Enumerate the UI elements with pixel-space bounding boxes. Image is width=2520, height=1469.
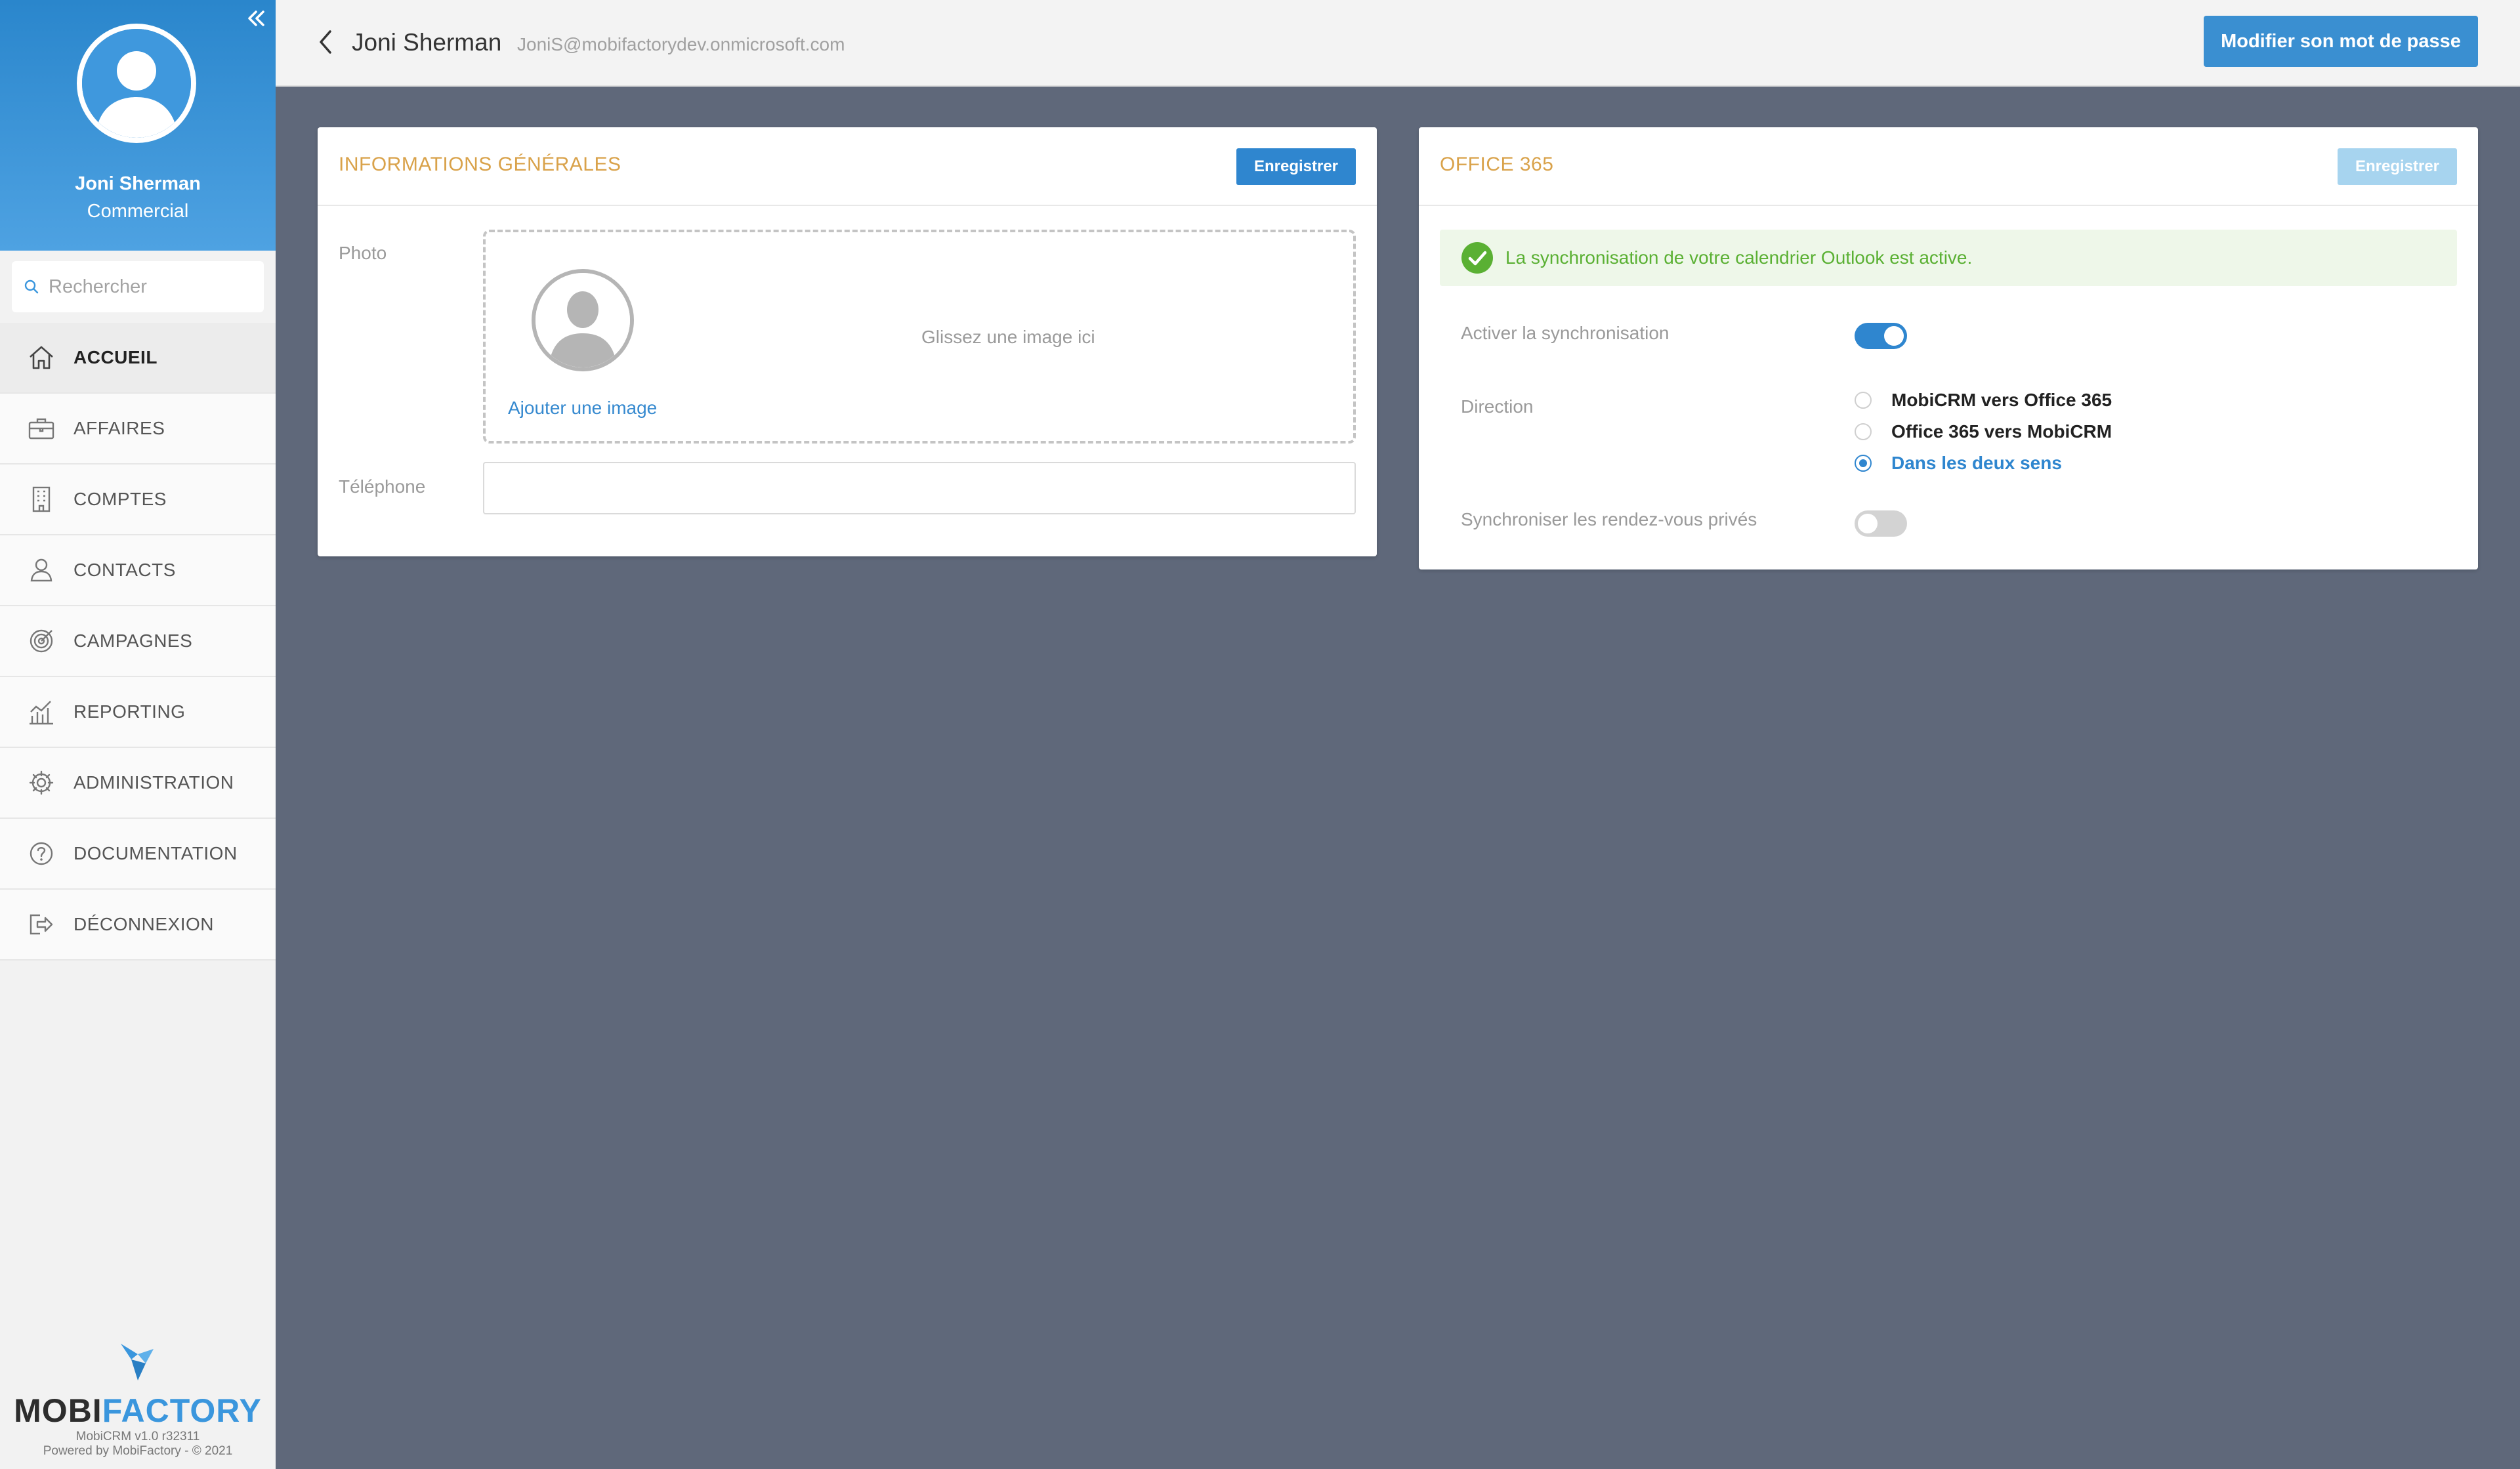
search-input[interactable]: [49, 276, 245, 298]
radio-button: [1855, 392, 1872, 409]
office365-card: OFFICE 365 Enregistrer La synchronisatio…: [1419, 127, 2478, 569]
search-icon: [24, 279, 39, 294]
user-email: JoniS@mobifactorydev.onmicrosoft.com: [517, 34, 845, 54]
card-header: INFORMATIONS GÉNÉRALES Enregistrer: [318, 127, 1377, 206]
change-password-button[interactable]: Modifier son mot de passe: [2204, 16, 2478, 67]
avatar: [77, 24, 196, 143]
radio-office-to-mobicrm[interactable]: Office 365 vers MobiCRM: [1855, 419, 2112, 445]
building-icon: [26, 484, 56, 514]
user-role: Commercial: [87, 201, 189, 222]
chart-icon: [26, 697, 56, 727]
phone-label: Téléphone: [339, 476, 426, 497]
briefcase-icon: [26, 413, 56, 444]
nav-item-label: COMPTES: [74, 489, 167, 509]
powered-by: Powered by MobiFactory - © 2021: [43, 1444, 233, 1458]
nav-item-label: DÉCONNEXION: [74, 914, 214, 934]
main-nav: ACCUEIL AFFAIRES COMPTES CONTACTS CAMPAG…: [0, 323, 276, 961]
nav-item-administration[interactable]: ADMINISTRATION: [0, 748, 276, 819]
check-circle-icon: [1461, 242, 1493, 274]
nav-item-label: CAMPAGNES: [74, 631, 193, 651]
sync-status-text: La synchronisation de votre calendrier O…: [1505, 247, 1973, 268]
radio-label: Dans les deux sens: [1891, 453, 2062, 473]
logout-icon: [26, 909, 56, 940]
card-title: INFORMATIONS GÉNÉRALES: [339, 154, 621, 175]
sync-toggle[interactable]: [1855, 323, 1907, 349]
nav-item-comptes[interactable]: COMPTES: [0, 465, 276, 535]
help-icon: [26, 838, 56, 869]
photo-label: Photo: [339, 243, 387, 263]
photo-dropzone[interactable]: Ajouter une image Glissez une image ici: [483, 230, 1356, 444]
direction-label: Direction: [1461, 396, 1534, 417]
bird-logo-icon: [121, 1344, 154, 1380]
sidebar: Joni Sherman Commercial ACCUEIL AFFAIRES: [0, 0, 276, 1469]
nav-item-label: AFFAIRES: [74, 418, 165, 438]
nav-item-accueil[interactable]: ACCUEIL: [0, 323, 276, 394]
user-silhouette-icon: [82, 29, 191, 138]
card-header: OFFICE 365 Enregistrer: [1419, 127, 2478, 206]
nav-item-label: DOCUMENTATION: [74, 843, 238, 863]
toggle-knob: [1858, 514, 1878, 533]
card-title: OFFICE 365: [1440, 154, 1554, 175]
nav-item-affaires[interactable]: AFFAIRES: [0, 394, 276, 465]
nav-item-label: ADMINISTRATION: [74, 772, 234, 793]
top-bar: Joni Sherman JoniS@mobifactorydev.onmicr…: [276, 0, 2520, 87]
save-general-button[interactable]: Enregistrer: [1236, 148, 1356, 185]
radio-label: Office 365 vers MobiCRM: [1891, 421, 2112, 442]
private-sync-label: Synchroniser les rendez-vous privés: [1461, 509, 1757, 529]
nav-item-reporting[interactable]: REPORTING: [0, 677, 276, 748]
sync-status-alert: La synchronisation de votre calendrier O…: [1440, 230, 2457, 286]
sync-label: Activer la synchronisation: [1461, 323, 1670, 343]
home-icon: [26, 342, 56, 373]
radio-button: [1855, 455, 1872, 472]
nav-item-contacts[interactable]: CONTACTS: [0, 535, 276, 606]
nav-item-deconnexion[interactable]: DÉCONNEXION: [0, 890, 276, 961]
radio-both-directions[interactable]: Dans les deux sens: [1855, 450, 2062, 476]
save-office-button[interactable]: Enregistrer: [2338, 148, 2457, 185]
photo-placeholder: [532, 269, 634, 371]
nav-item-label: REPORTING: [74, 701, 186, 722]
gear-icon: [26, 768, 56, 798]
person-icon: [26, 555, 56, 585]
brand-logo: MOBIFACTORY: [14, 1392, 262, 1429]
user-silhouette-icon: [536, 273, 630, 367]
phone-input[interactable]: [483, 462, 1356, 514]
radio-mobicrm-to-office[interactable]: MobiCRM vers Office 365: [1855, 387, 2112, 413]
app-version: MobiCRM v1.0 r32311: [75, 1430, 200, 1443]
brand-footer: MOBIFACTORY MobiCRM v1.0 r32311 Powered …: [0, 1340, 276, 1459]
collapse-sidebar-button[interactable]: [243, 5, 269, 31]
user-name: Joni Sherman: [75, 173, 201, 194]
drop-hint: Glissez une image ici: [921, 327, 1095, 347]
add-image-link[interactable]: Ajouter une image: [508, 398, 657, 419]
nav-item-documentation[interactable]: DOCUMENTATION: [0, 819, 276, 890]
nav-item-campagnes[interactable]: CAMPAGNES: [0, 606, 276, 677]
back-button[interactable]: [312, 26, 339, 58]
target-icon: [26, 626, 56, 656]
radio-label: MobiCRM vers Office 365: [1891, 390, 2112, 410]
profile-header: Joni Sherman Commercial: [0, 0, 276, 251]
double-chevron-left-icon: [248, 10, 264, 26]
nav-item-label: CONTACTS: [74, 560, 176, 580]
chevron-left-icon: [320, 30, 331, 54]
page-title: Joni Sherman: [352, 29, 502, 56]
search-box: [12, 261, 264, 312]
private-sync-toggle[interactable]: [1855, 510, 1907, 537]
toggle-knob: [1884, 326, 1904, 346]
nav-item-label: ACCUEIL: [74, 347, 158, 367]
radio-button: [1855, 423, 1872, 440]
general-info-card: INFORMATIONS GÉNÉRALES Enregistrer Photo…: [318, 127, 1377, 556]
